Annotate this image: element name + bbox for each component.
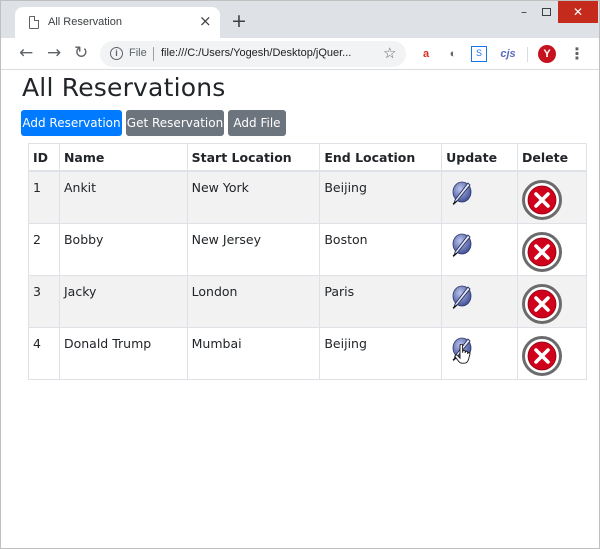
header-delete: Delete [517, 143, 587, 172]
cell-id: 3 [28, 274, 60, 328]
get-reservation-button[interactable]: Get Reservation [126, 110, 224, 136]
close-circle-icon[interactable] [522, 231, 563, 272]
cell-id: 1 [28, 170, 60, 224]
cell-update [441, 274, 519, 328]
add-reservation-button[interactable]: Add Reservation [21, 110, 122, 136]
forward-arrow-icon[interactable]: → [47, 43, 61, 63]
menu-dots-icon[interactable]: ⋮ [569, 44, 585, 64]
cell-delete [517, 222, 587, 276]
back-arrow-icon[interactable]: ← [19, 43, 33, 63]
cell-update [441, 222, 519, 276]
reload-icon[interactable]: ↻ [74, 43, 88, 63]
cell-id: 2 [28, 222, 60, 276]
tab-all-reservation[interactable]: All Reservation × [15, 7, 220, 38]
page-content: All Reservations Add Reservation Get Res… [1, 71, 599, 548]
cell-name: Donald Trump [58, 326, 188, 380]
cell-start-location: New Jersey [186, 222, 321, 276]
profile-avatar-icon[interactable]: Y [538, 45, 556, 63]
cell-end-location: Beijing [319, 170, 443, 224]
new-tab-icon[interactable]: + [231, 12, 247, 31]
close-circle-icon[interactable] [522, 179, 563, 220]
header-start-location: Start Location [186, 143, 321, 172]
page-title: All Reservations [22, 73, 226, 102]
table-row: 4 Donald Trump Mumbai Beijing [28, 326, 587, 380]
cell-name: Jacky [58, 274, 188, 328]
tab-close-icon[interactable]: × [199, 13, 212, 29]
table-header-row: ID Name Start Location End Location Upda… [28, 143, 587, 172]
cell-end-location: Paris [319, 274, 443, 328]
extension-drop-icon[interactable]: ◐ [445, 46, 461, 62]
toolbar-divider [527, 47, 528, 62]
address-bar[interactable]: i File file:///C:/Users/Yogesh/Desktop/j… [100, 41, 406, 67]
quill-pen-icon[interactable] [449, 180, 475, 206]
maximize-icon[interactable] [532, 1, 560, 23]
info-icon[interactable]: i [110, 47, 123, 60]
extension-cjs-icon[interactable]: cjs [498, 46, 518, 62]
cell-start-location: London [186, 274, 321, 328]
quill-pen-icon[interactable] [449, 232, 475, 258]
hand-pointer-icon [454, 344, 471, 364]
bookmark-star-icon[interactable]: ☆ [383, 44, 396, 62]
scheme-label: File [129, 47, 147, 59]
cell-delete [517, 274, 587, 328]
window-close-icon[interactable]: ✕ [558, 1, 598, 23]
header-id: ID [28, 143, 60, 172]
tab-title: All Reservation [48, 16, 122, 28]
cell-end-location: Boston [319, 222, 443, 276]
table-row: 3 Jacky London Paris [28, 274, 587, 328]
tab-strip: All Reservation × + – ✕ [1, 1, 599, 38]
header-end-location: End Location [319, 143, 443, 172]
extension-s-icon[interactable]: S [471, 46, 487, 62]
reservations-table: ID Name Start Location End Location Upda… [28, 143, 587, 380]
cell-delete [517, 326, 587, 380]
extension-red-icon[interactable]: a [418, 46, 434, 62]
close-circle-icon[interactable] [522, 283, 563, 324]
cell-start-location: New York [186, 170, 321, 224]
url-text[interactable]: file:///C:/Users/Yogesh/Desktop/jQuer... [161, 47, 351, 59]
cell-delete [517, 170, 587, 224]
quill-pen-icon[interactable] [449, 284, 475, 310]
table-row: 1 Ankit New York Beijing [28, 170, 587, 224]
table-row: 2 Bobby New Jersey Boston [28, 222, 587, 276]
cell-id: 4 [28, 326, 60, 380]
cell-end-location: Beijing [319, 326, 443, 380]
cell-name: Bobby [58, 222, 188, 276]
cell-update [441, 326, 519, 380]
cell-update [441, 170, 519, 224]
cell-name: Ankit [58, 170, 188, 224]
close-circle-icon[interactable] [522, 335, 563, 376]
address-divider [153, 47, 154, 61]
browser-window: All Reservation × + – ✕ ← → ↻ i File fil… [0, 0, 600, 549]
add-file-button[interactable]: Add File [228, 110, 286, 136]
header-update: Update [441, 143, 519, 172]
cell-start-location: Mumbai [186, 326, 321, 380]
header-name: Name [58, 143, 188, 172]
browser-toolbar: ← → ↻ i File file:///C:/Users/Yogesh/Des… [1, 38, 599, 70]
page-icon [29, 16, 39, 29]
